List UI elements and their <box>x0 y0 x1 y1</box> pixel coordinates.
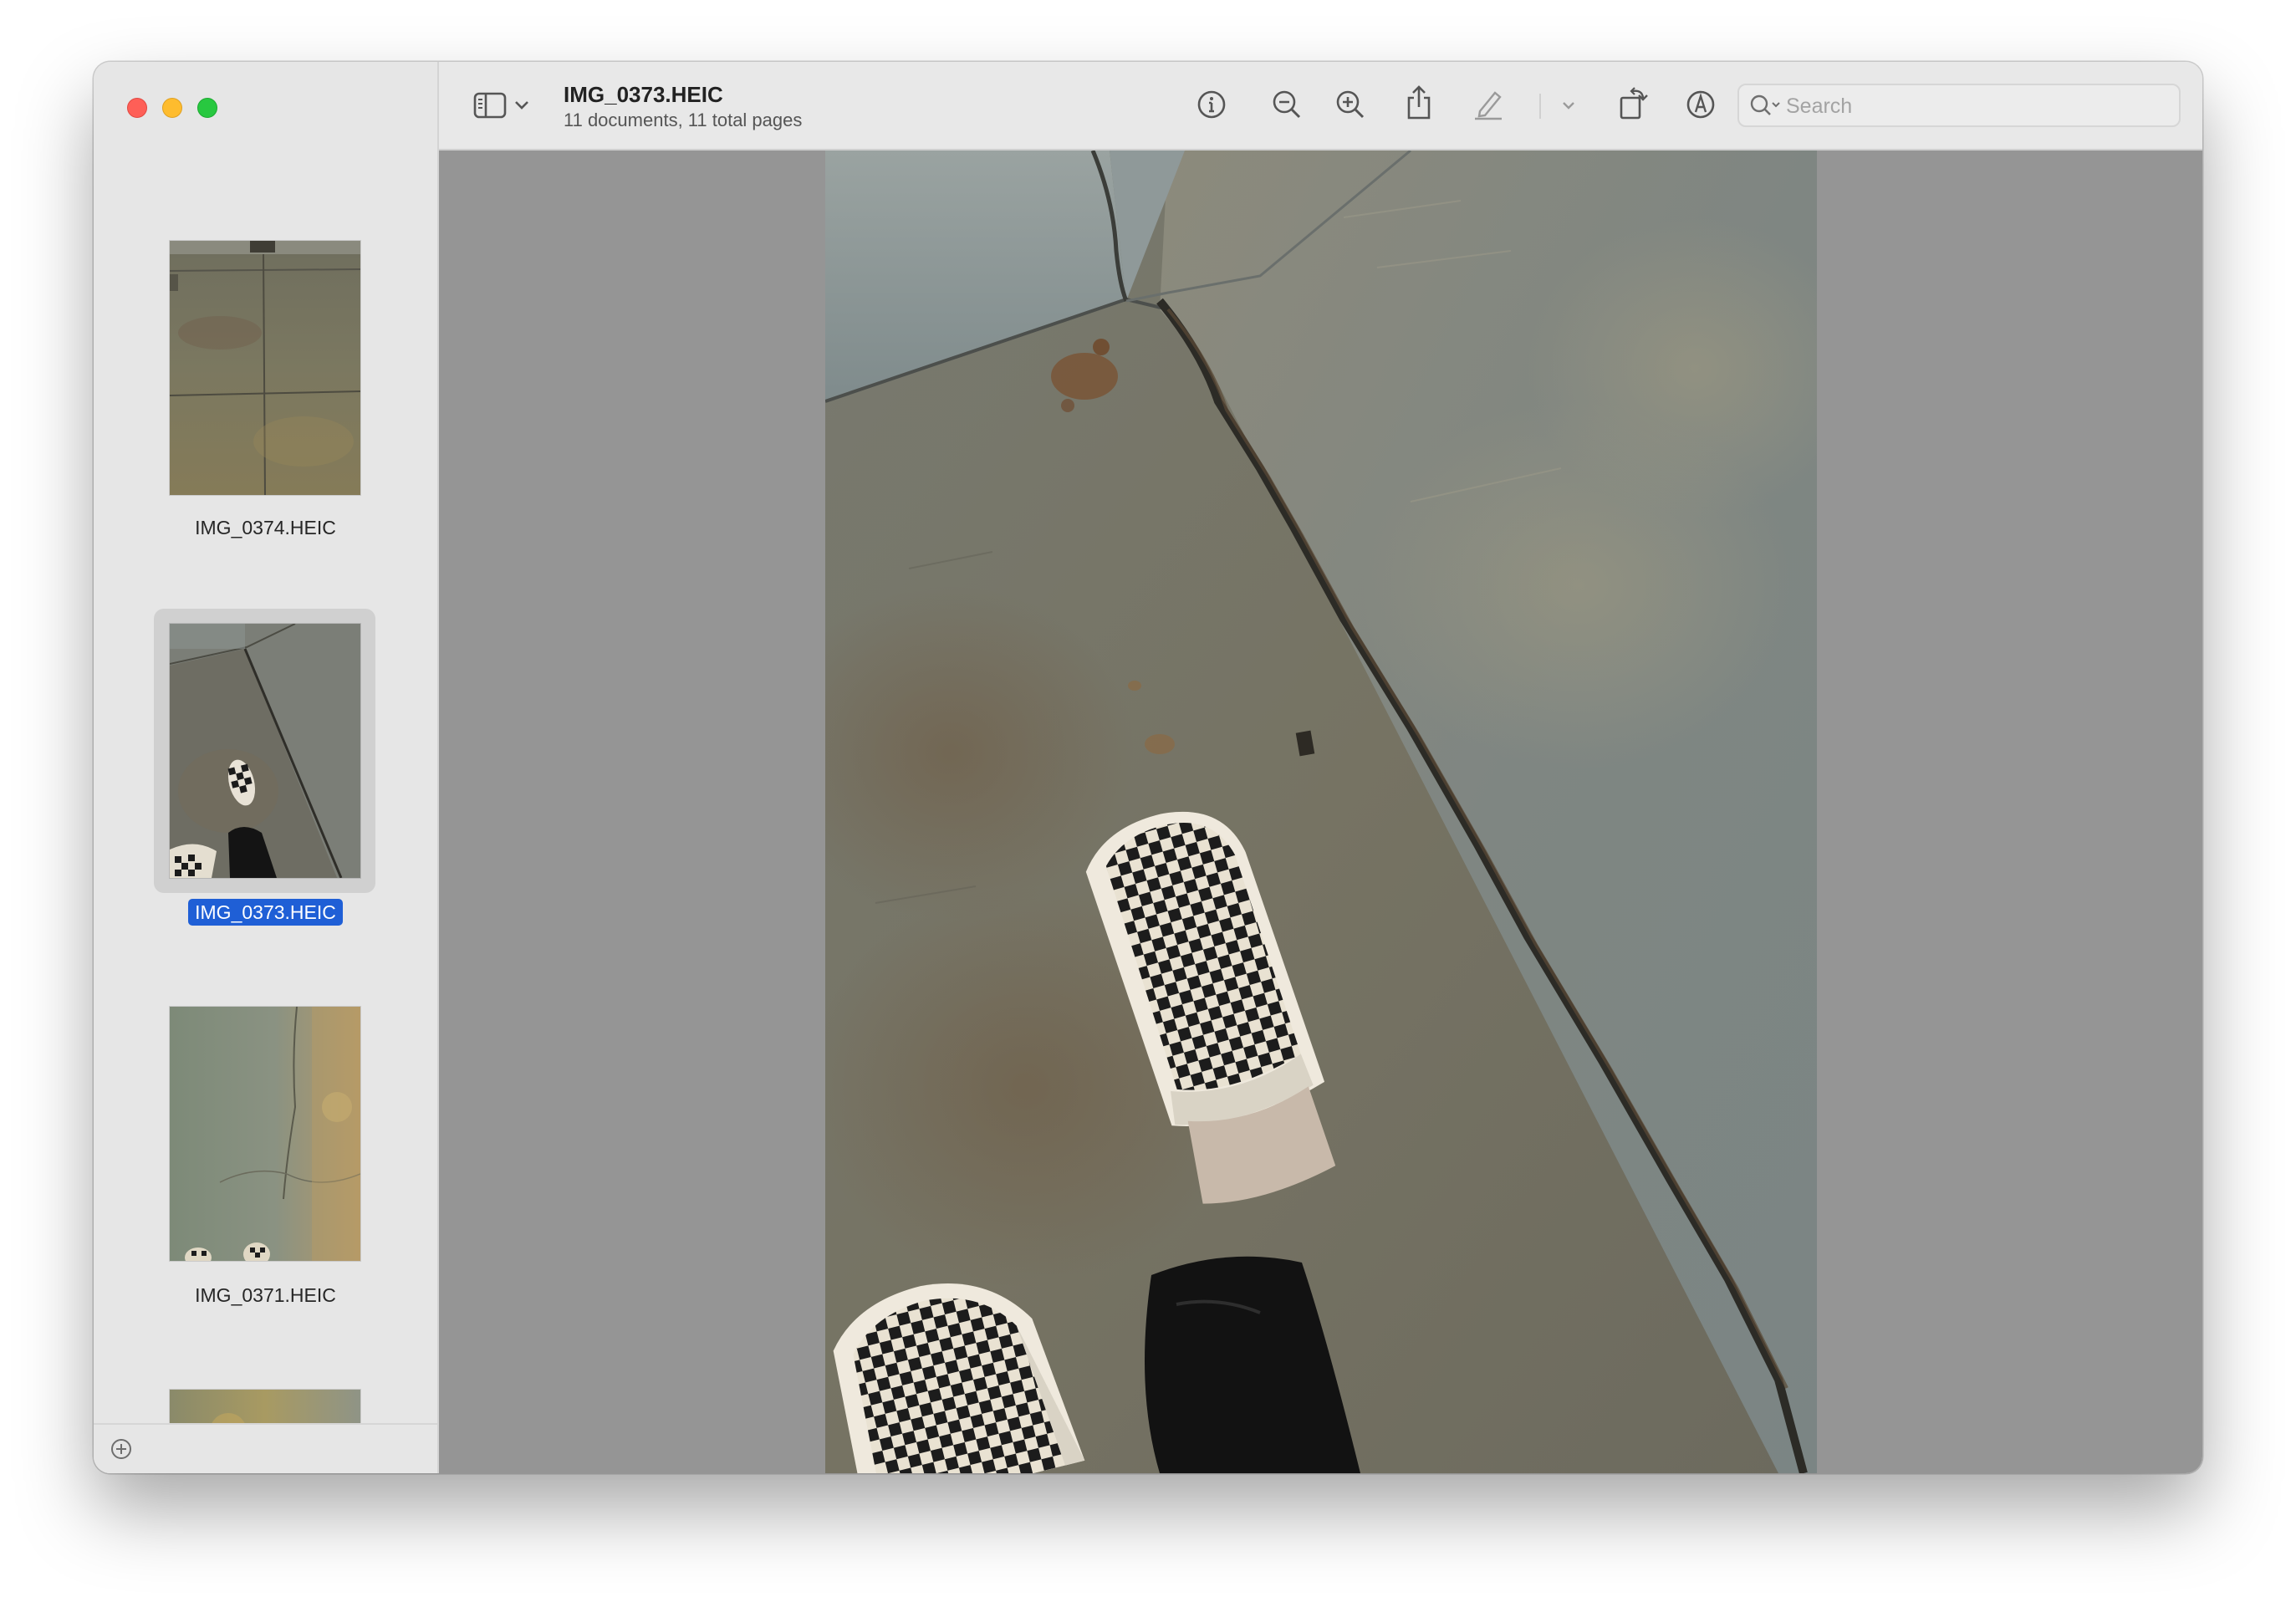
document-image <box>825 151 1817 1473</box>
zoom-window-button[interactable] <box>197 98 217 118</box>
thumbnail-label: IMG_0374.HEIC <box>195 517 336 538</box>
share-icon[interactable] <box>1402 84 1436 122</box>
sidebar-footer <box>94 1423 437 1473</box>
search-input[interactable] <box>1784 90 2164 122</box>
document-title: IMG_0373.HEIC <box>564 82 723 107</box>
add-icon[interactable] <box>110 1438 132 1460</box>
highlight-pen-icon[interactable] <box>1471 87 1506 122</box>
zoom-in-icon[interactable] <box>1334 88 1367 121</box>
search-icon <box>1750 94 1780 115</box>
zoom-out-icon[interactable] <box>1270 88 1304 121</box>
close-window-button[interactable] <box>127 98 147 118</box>
thumbnail-label: IMG_0373.HEIC <box>94 899 437 926</box>
thumbnail-label: IMG_0371.HEIC <box>195 1284 336 1306</box>
toolbar: IMG_0373.HEIC 11 documents, 11 total pag… <box>439 62 2202 151</box>
markup-icon[interactable] <box>1684 88 1717 121</box>
minimize-window-button[interactable] <box>162 98 182 118</box>
view-menu-chevron-down-icon[interactable] <box>513 95 531 115</box>
thumbnail-image <box>170 624 360 878</box>
window-controls <box>127 98 217 118</box>
thumbnail-image <box>170 1007 360 1261</box>
document-viewer[interactable] <box>439 151 2202 1473</box>
thumbnail-list[interactable]: IMG_0374.HEIC IMG_0373.HEIC IMG_0371.HEI… <box>94 177 437 1473</box>
highlight-options-chevron-down-icon[interactable] <box>1559 96 1578 115</box>
document-subtitle: 11 documents, 11 total pages <box>564 110 803 130</box>
preview-window: IMG_0374.HEIC IMG_0373.HEIC IMG_0371.HEI… <box>94 62 2202 1473</box>
rotate-icon[interactable] <box>1616 84 1651 122</box>
info-icon[interactable] <box>1195 88 1228 121</box>
thumbnail-sidebar: IMG_0374.HEIC IMG_0373.HEIC IMG_0371.HEI… <box>94 62 439 1473</box>
toolbar-separator <box>1539 94 1541 119</box>
thumbnail-image <box>170 241 360 495</box>
search-field[interactable] <box>1737 84 2181 127</box>
sidebar-toggle-icon[interactable] <box>472 89 508 122</box>
